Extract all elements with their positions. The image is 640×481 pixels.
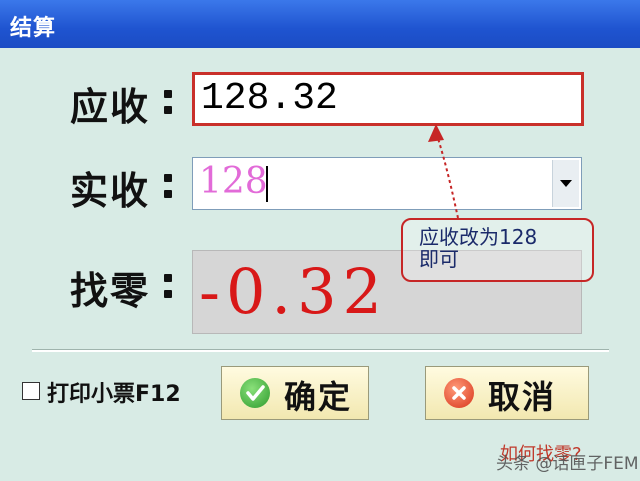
- ok-button-label: 确定: [284, 378, 353, 416]
- print-receipt-checkbox[interactable]: [22, 382, 40, 400]
- annotation-text: 应收改为128 即可: [419, 225, 538, 271]
- close-icon: [444, 378, 474, 408]
- annotation-callout: 应收改为128 即可: [401, 218, 594, 282]
- watermark: 头条 @话匣子FEM: [496, 454, 639, 474]
- cancel-button[interactable]: 取消: [425, 366, 589, 420]
- divider: [32, 349, 609, 352]
- ok-button[interactable]: 确定: [221, 366, 369, 420]
- print-receipt-label: 打印小票F12: [47, 382, 181, 407]
- checkmark-icon: [240, 378, 270, 408]
- cancel-button-label: 取消: [488, 378, 557, 416]
